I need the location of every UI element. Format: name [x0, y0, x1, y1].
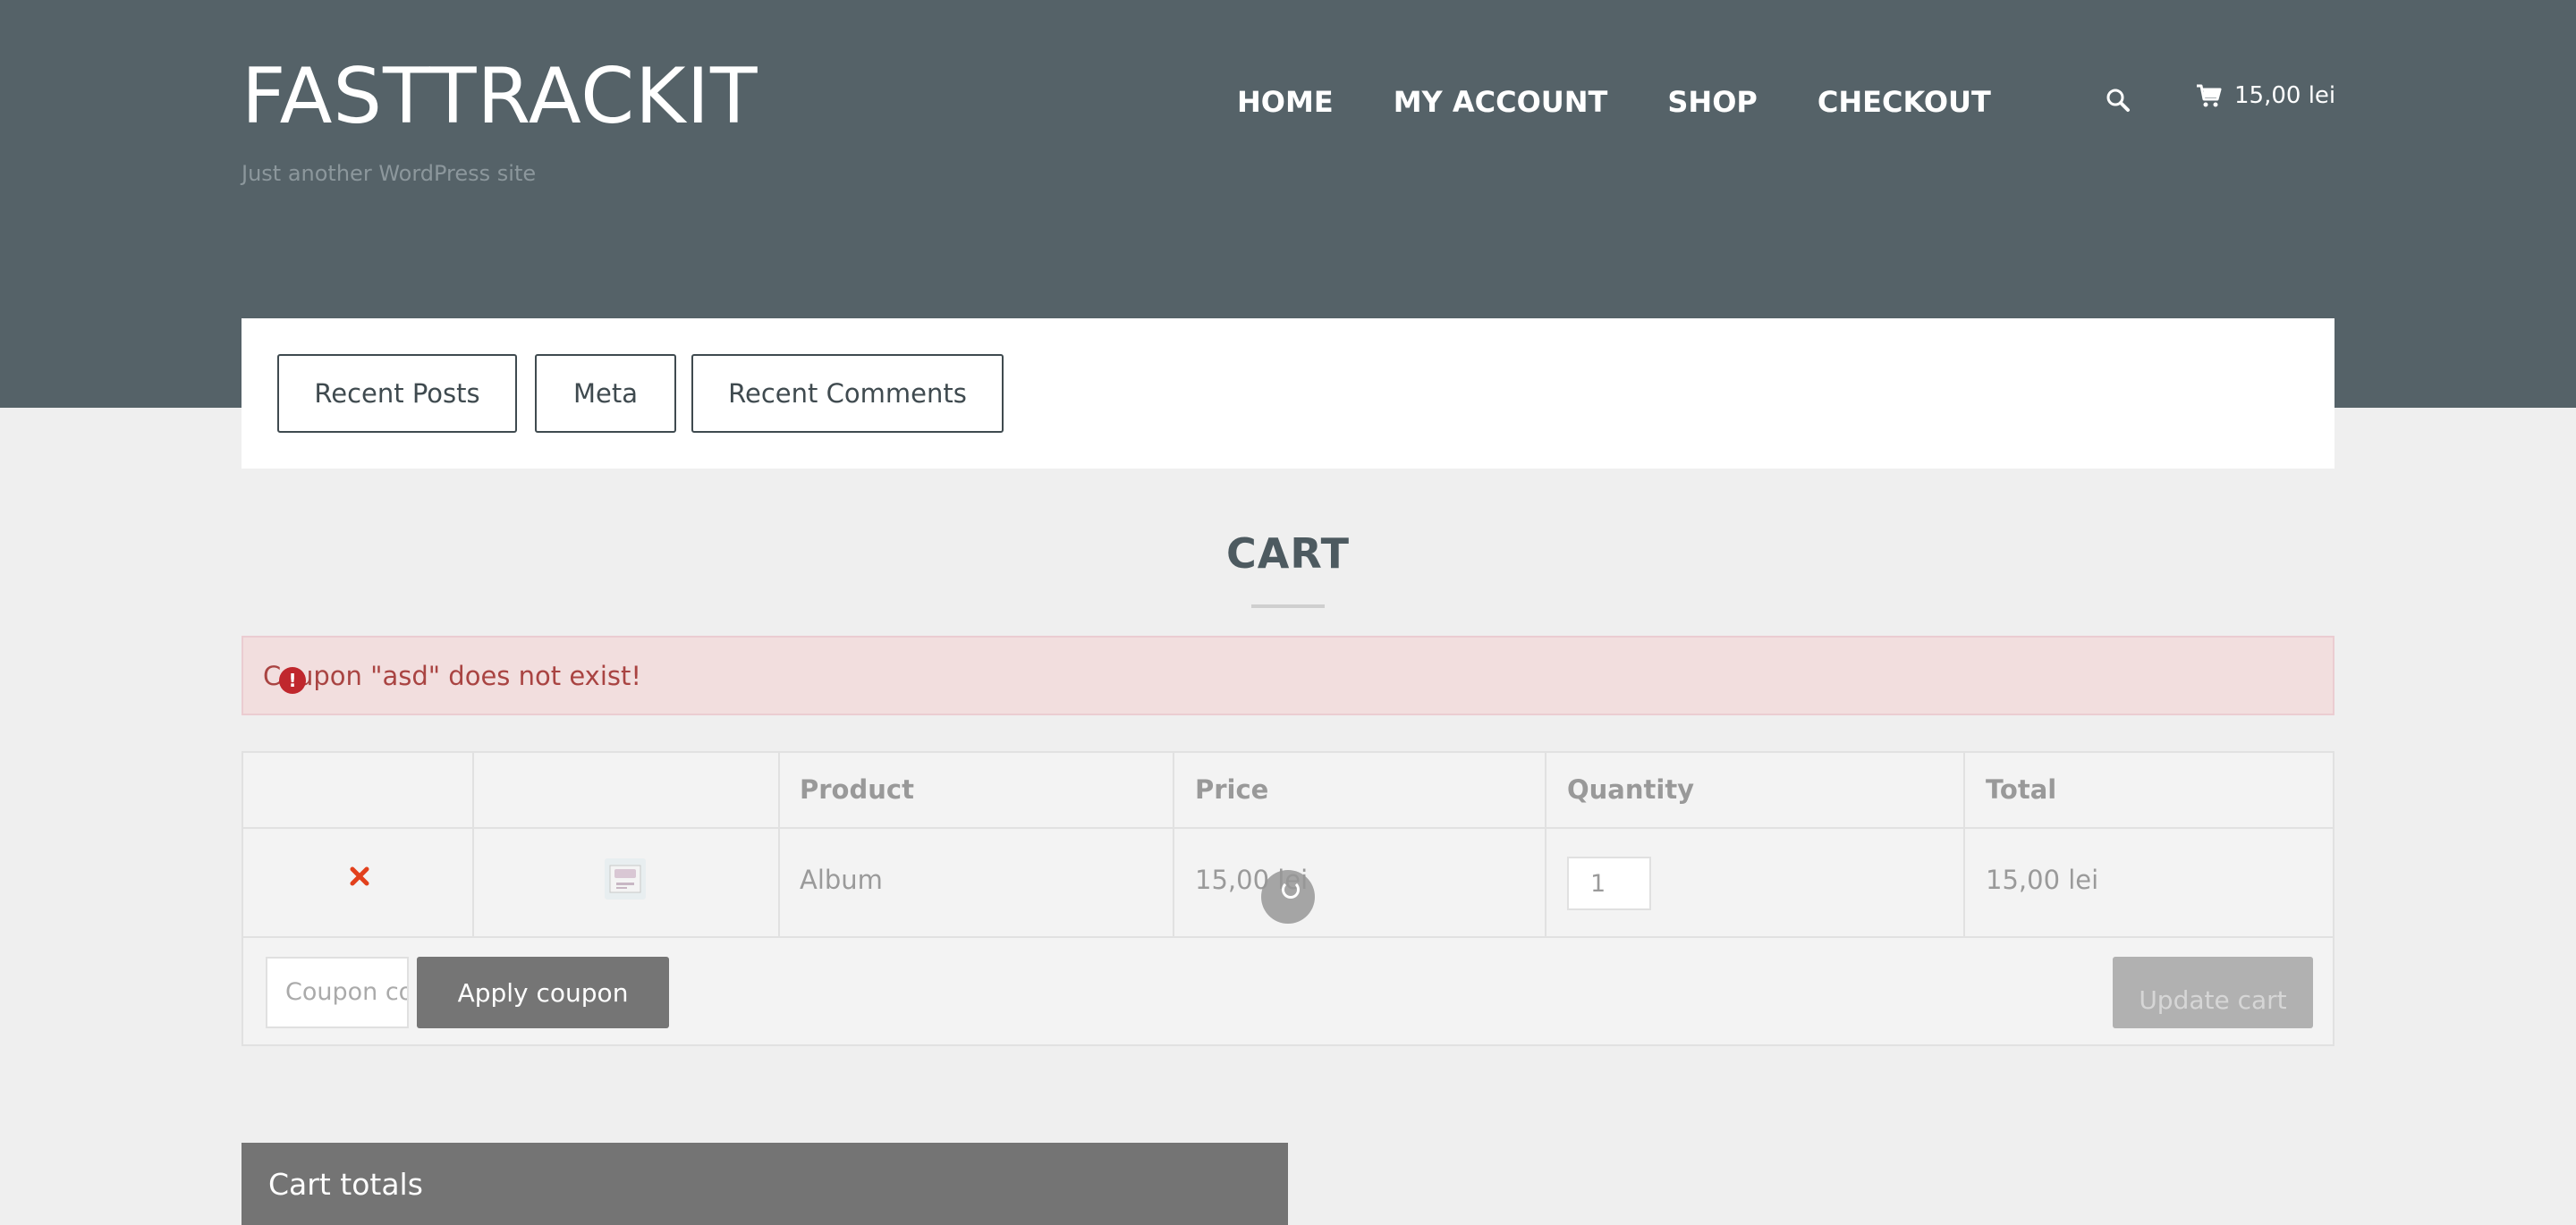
apply-coupon-button[interactable]: Apply coupon: [417, 957, 669, 1028]
widget-tab-recent-comments[interactable]: Recent Comments: [691, 354, 1004, 433]
update-cart-button[interactable]: Update cart: [2113, 957, 2313, 1028]
main-nav: HOME MY ACCOUNT SHOP CHECKOUT: [1237, 82, 2051, 122]
remove-item-icon[interactable]: [347, 864, 372, 889]
cart-item-total: 15,00 lei: [1986, 865, 2099, 895]
product-thumbnail[interactable]: [605, 858, 646, 900]
cart-item-product[interactable]: Album: [800, 865, 883, 895]
column-divider: [1173, 753, 1174, 937]
cart-icon: [2197, 84, 2222, 107]
site-title[interactable]: FASTTRACKIT: [242, 50, 758, 143]
widget-tab-recent-posts[interactable]: Recent Posts: [277, 354, 517, 433]
search-icon[interactable]: [2106, 88, 2131, 113]
column-header-product: Product: [800, 774, 914, 805]
column-header-total: Total: [1986, 774, 2057, 805]
page-title: CART: [1225, 529, 1351, 578]
alert-icon: !: [279, 667, 306, 694]
error-message: Coupon "asd" does not exist!: [263, 660, 641, 691]
cart-totals-heading: Cart totals: [242, 1143, 1288, 1225]
title-underline: [1251, 604, 1325, 608]
header-cart-total: 15,00 lei: [2234, 82, 2336, 109]
coupon-placeholder: Coupon code: [285, 978, 407, 1006]
error-notice: Coupon "asd" does not exist!: [242, 636, 2334, 715]
widget-tab-meta[interactable]: Meta: [535, 354, 676, 433]
column-header-quantity: Quantity: [1567, 774, 1695, 805]
row-divider: [243, 936, 2333, 938]
nav-item-checkout[interactable]: CHECKOUT: [1818, 82, 1991, 122]
column-header-price: Price: [1195, 774, 1269, 805]
widget-bar: Recent Posts Meta Recent Comments: [242, 318, 2334, 469]
nav-item-my-account[interactable]: MY ACCOUNT: [1394, 82, 1608, 122]
header-cart[interactable]: 15,00 lei: [2195, 82, 2335, 109]
quantity-input[interactable]: 1: [1567, 857, 1651, 910]
coupon-input[interactable]: Coupon code: [266, 957, 409, 1028]
column-divider: [778, 753, 780, 937]
column-divider: [1963, 753, 1965, 937]
nav-item-home[interactable]: HOME: [1237, 82, 1334, 122]
column-divider: [1545, 753, 1546, 937]
loading-spinner-icon: [1261, 870, 1315, 924]
nav-item-shop[interactable]: SHOP: [1667, 82, 1757, 122]
column-divider: [472, 753, 474, 937]
site-tagline: Just another WordPress site: [242, 161, 537, 186]
row-divider: [243, 827, 2333, 829]
